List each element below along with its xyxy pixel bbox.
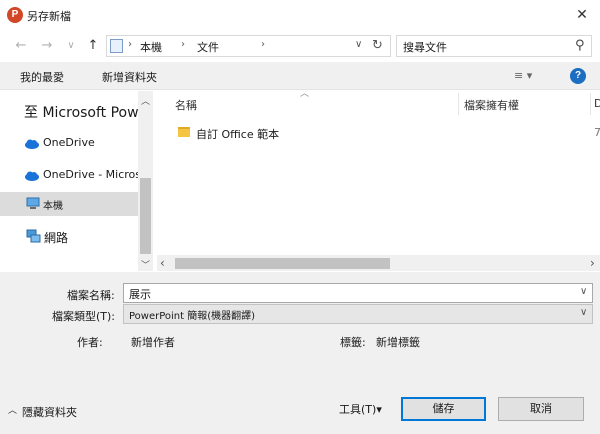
- file-date-partial: 7: [594, 126, 600, 139]
- search-box[interactable]: 搜尋文件 ⚲: [396, 35, 592, 57]
- sidebar-item-label: OneDrive - Micros: [43, 168, 142, 181]
- breadcrumb-separator-icon: ›: [261, 39, 265, 50]
- sort-ascending-icon: ︿: [300, 89, 310, 99]
- author-field[interactable]: 新增作者: [131, 334, 175, 350]
- sidebar-item-label: 本機: [43, 201, 63, 212]
- breadcrumb-this-pc[interactable]: 本機: [140, 39, 162, 55]
- search-input[interactable]: 搜尋文件: [403, 39, 447, 55]
- cloud-icon: [25, 171, 39, 181]
- up-arrow-icon[interactable]: ↑: [84, 37, 102, 55]
- sidebar-item-label: 網路: [44, 231, 69, 245]
- file-name: 自訂 Office 範本: [196, 128, 280, 141]
- favorites-button[interactable]: 我的最愛: [20, 69, 64, 85]
- column-header-name[interactable]: 名稱: [175, 97, 197, 113]
- caret-down-icon: ▾: [376, 403, 382, 416]
- file-list: [157, 91, 600, 271]
- tags-field[interactable]: 新增標籤: [376, 334, 420, 350]
- back-arrow-icon[interactable]: ←: [12, 37, 30, 55]
- save-button[interactable]: 儲存: [401, 397, 486, 421]
- powerpoint-icon: P: [7, 7, 23, 23]
- filename-value: 展示: [129, 288, 151, 301]
- filename-label: 檔案名稱:: [67, 289, 115, 302]
- chevron-up-icon[interactable]: ︿: [8, 403, 17, 416]
- filename-field[interactable]: 展示 ∨: [123, 283, 593, 303]
- column-header-date[interactable]: D: [594, 97, 600, 110]
- address-dropdown-icon[interactable]: ∨: [355, 39, 362, 50]
- network-icon: [26, 229, 41, 243]
- window-title: 另存新檔: [27, 10, 71, 23]
- cloud-icon: [25, 139, 39, 149]
- author-label: 作者:: [77, 336, 103, 349]
- search-icon[interactable]: ⚲: [575, 38, 585, 53]
- scroll-down-icon[interactable]: ﹀: [140, 258, 151, 271]
- chevron-down-icon[interactable]: ∨: [580, 286, 587, 297]
- sidebar-item-microsoft-powerpoint[interactable]: 至 Microsoft PowerPC: [0, 99, 153, 123]
- scroll-up-icon[interactable]: ︿: [140, 94, 151, 107]
- table-row[interactable]: 自訂 Office 範本 7: [176, 123, 600, 143]
- column-divider[interactable]: [590, 93, 591, 115]
- scrollbar-thumb[interactable]: [175, 258, 390, 269]
- refresh-icon[interactable]: ↻: [372, 38, 383, 53]
- view-options-icon[interactable]: ≡ ▾: [514, 69, 532, 82]
- sidebar-item-this-pc[interactable]: 本機: [0, 192, 138, 216]
- scroll-right-icon[interactable]: ›: [590, 256, 595, 270]
- cancel-button[interactable]: 取消: [498, 397, 584, 421]
- recent-locations-icon[interactable]: ∨: [62, 37, 80, 55]
- filetype-select[interactable]: PowerPoint 簡報(機器翻譯) ∨: [123, 304, 593, 324]
- sidebar-item-onedrive-microsoft[interactable]: OneDrive - Micros: [0, 163, 142, 187]
- forward-arrow-icon[interactable]: →: [38, 37, 56, 55]
- column-divider[interactable]: [458, 93, 459, 115]
- tools-button[interactable]: 工具(T)▾: [339, 401, 382, 419]
- chevron-down-icon[interactable]: ∨: [580, 307, 587, 318]
- sidebar-item-onedrive[interactable]: OneDrive: [0, 131, 138, 155]
- breadcrumb-separator-icon: ›: [181, 39, 185, 50]
- sidebar-item-label: OneDrive: [43, 136, 95, 149]
- folder-icon: [178, 127, 190, 137]
- filetype-label: 檔案類型(T):: [52, 310, 116, 323]
- computer-icon: [26, 197, 40, 209]
- tools-label: 工具(T): [339, 403, 377, 416]
- address-bar[interactable]: › 本機 › 文件 › ∨ ↻: [106, 35, 391, 57]
- scrollbar-thumb[interactable]: [140, 178, 151, 254]
- tags-label: 標籤:: [340, 336, 366, 349]
- hide-folders-button[interactable]: 隱藏資料夾: [22, 404, 77, 420]
- sidebar-item-network[interactable]: 網路: [0, 224, 138, 248]
- sidebar-item-label: 至 Microsoft PowerPC: [24, 105, 153, 121]
- navigation-pane: 至 Microsoft PowerPC OneDrive OneDrive - …: [0, 91, 153, 271]
- column-header-owner[interactable]: 檔案擁有權: [464, 97, 519, 113]
- help-icon[interactable]: ?: [570, 68, 586, 84]
- filetype-value: PowerPoint 簡報(機器翻譯): [129, 311, 256, 322]
- folder-location-icon: [110, 39, 123, 53]
- breadcrumb-documents[interactable]: 文件: [197, 39, 219, 55]
- new-folder-button[interactable]: 新增資料夾: [102, 69, 157, 85]
- breadcrumb-separator-icon: ›: [128, 39, 132, 50]
- close-button[interactable]: ✕: [570, 4, 594, 26]
- scroll-left-icon[interactable]: ‹: [160, 256, 165, 270]
- title-bar: [0, 0, 600, 30]
